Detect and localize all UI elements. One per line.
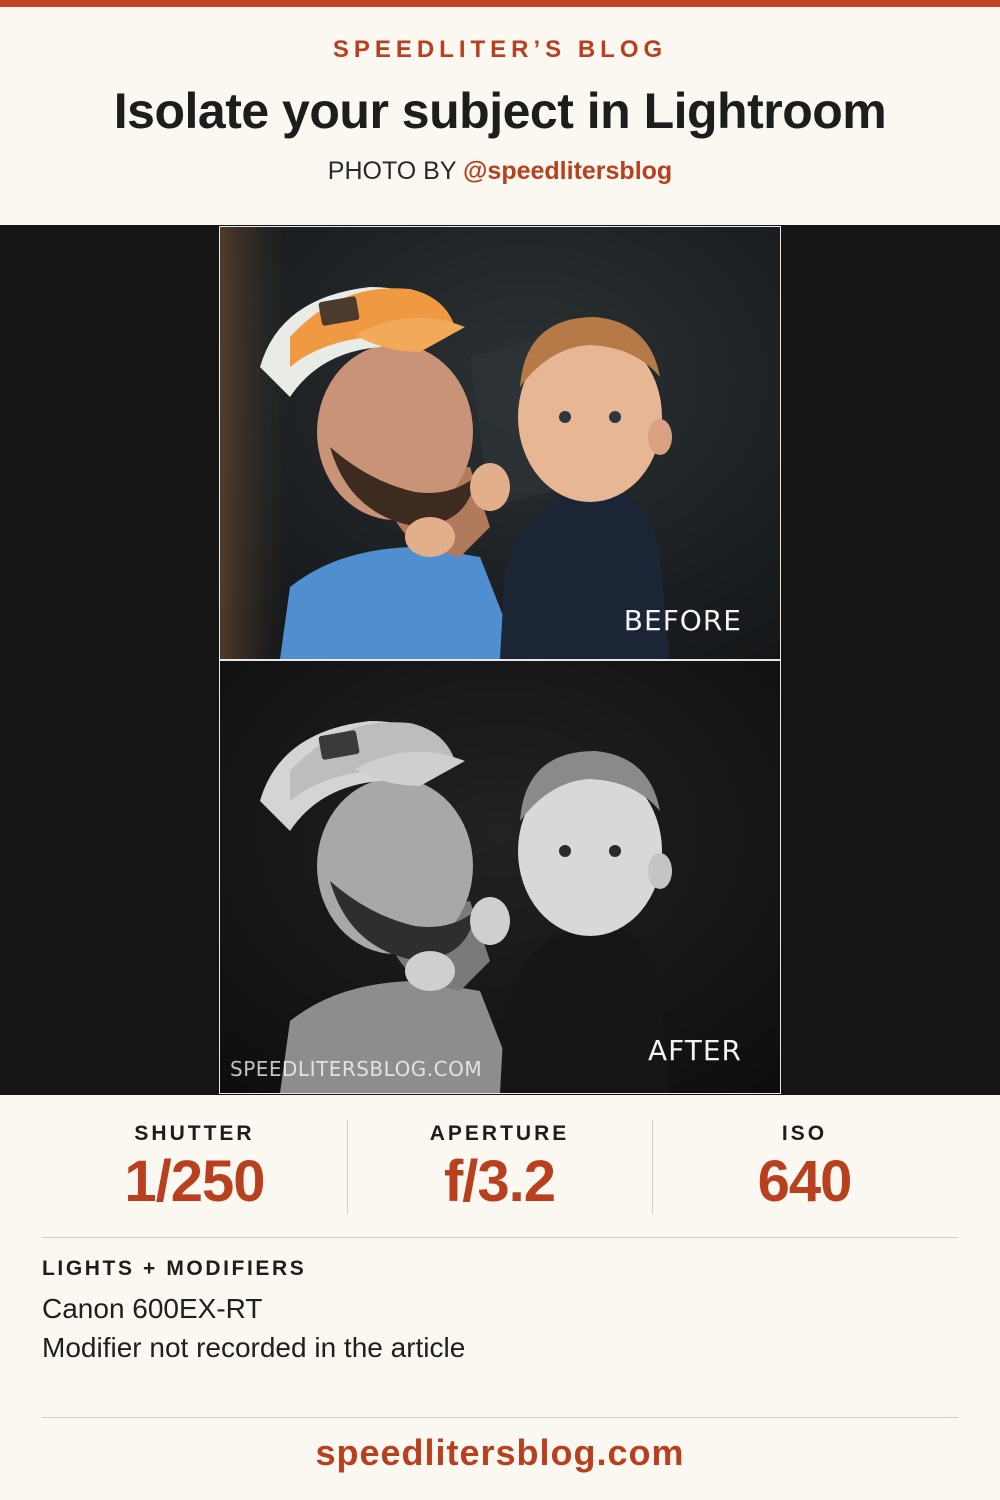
watermark-text: SPEEDLITERSBLOG.COM (230, 1057, 483, 1081)
lights-item: Canon 600EX-RT (42, 1293, 263, 1324)
after-photo-image (220, 661, 780, 1093)
before-photo: BEFORE (219, 226, 781, 660)
after-photo: SPEEDLITERSBLOG.COM AFTER (219, 660, 781, 1094)
shutter-stat: SHUTTER 1/250 (42, 1118, 347, 1215)
iso-value: 640 (757, 1149, 853, 1214)
lights-heading: LIGHTS + MODIFIERS (42, 1257, 307, 1280)
blog-name: SPEEDLITER’S BLOG (332, 36, 668, 63)
shutter-label: SHUTTER (134, 1122, 255, 1145)
credit-handle-link[interactable]: @speedlitersblog (463, 157, 672, 185)
before-photo-image (220, 227, 780, 659)
after-label: AFTER (647, 1034, 742, 1067)
camera-settings: SHUTTER 1/250 APERTURE f/3.2 ISO 640 (42, 1118, 958, 1218)
aperture-value: f/3.2 (443, 1149, 556, 1214)
shutter-value: 1/250 (124, 1149, 265, 1214)
footer-divider (42, 1417, 958, 1418)
page-title: Isolate your subject in Lightroom (113, 83, 887, 139)
iso-stat: ISO 640 (652, 1118, 957, 1215)
lights-item: Modifier not recorded in the article (42, 1332, 466, 1363)
iso-label: ISO (781, 1122, 828, 1145)
credit-prefix: PHOTO BY (327, 157, 457, 185)
aperture-label: APERTURE (429, 1122, 570, 1145)
footer-url-link[interactable]: speedlitersblog.com (0, 1432, 1000, 1474)
aperture-stat: APERTURE f/3.2 (347, 1118, 652, 1215)
section-divider (42, 1237, 958, 1238)
top-accent-bar (0, 0, 1000, 7)
photo-credit: PHOTO BY @speedlitersblog (0, 157, 1000, 186)
before-label: BEFORE (623, 604, 742, 637)
